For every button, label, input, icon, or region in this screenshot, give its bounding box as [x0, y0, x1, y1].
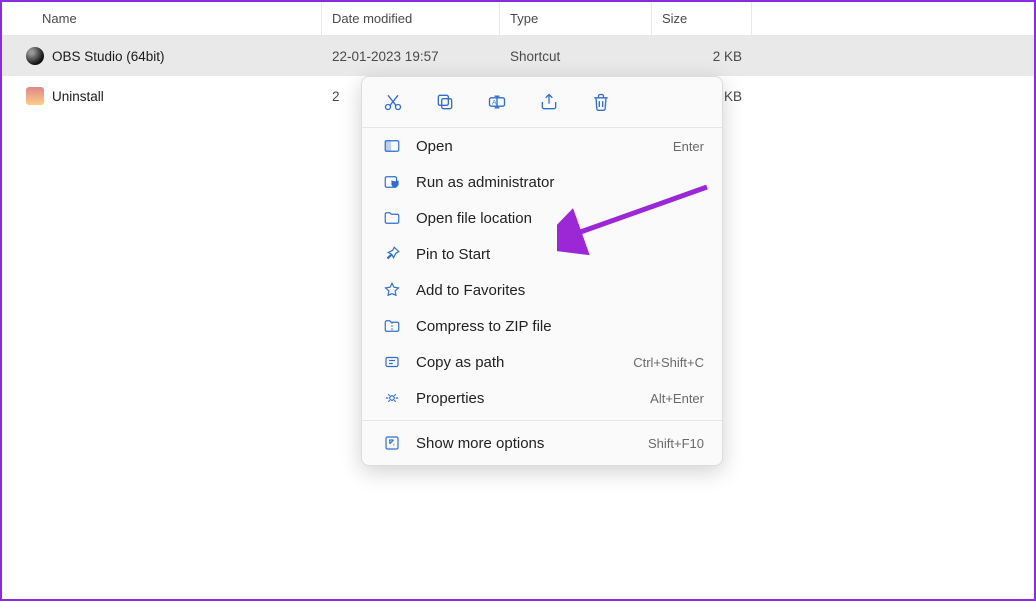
menu-item-label: Open file location	[416, 210, 690, 227]
menu-item-label: Show more options	[416, 435, 634, 452]
menu-item-properties[interactable]: Properties Alt+Enter	[362, 380, 722, 416]
rename-icon[interactable]: A	[486, 91, 508, 113]
column-header-size[interactable]: Size	[652, 2, 752, 35]
column-header-date[interactable]: Date modified	[322, 2, 500, 35]
file-date-label: 22-01-2023 19:57	[322, 49, 500, 64]
menu-item-accelerator: Enter	[673, 139, 704, 154]
zip-icon	[382, 316, 402, 336]
menu-item-open[interactable]: Open Enter	[362, 128, 722, 164]
context-menu-iconbar: A	[362, 77, 722, 128]
pin-icon	[382, 244, 402, 264]
menu-item-compress-to-zip[interactable]: Compress to ZIP file	[362, 308, 722, 344]
menu-item-accelerator: Alt+Enter	[650, 391, 704, 406]
menu-item-label: Pin to Start	[416, 246, 690, 263]
menu-item-show-more-options[interactable]: Show more options Shift+F10	[362, 425, 722, 461]
menu-separator	[362, 420, 722, 421]
file-name-label: OBS Studio (64bit)	[52, 49, 165, 64]
share-icon[interactable]	[538, 91, 560, 113]
column-header-row: Name Date modified Type Size	[2, 2, 1034, 36]
menu-item-label: Properties	[416, 390, 636, 407]
admin-shield-icon	[382, 172, 402, 192]
menu-item-add-to-favorites[interactable]: Add to Favorites	[362, 272, 722, 308]
menu-item-label: Copy as path	[416, 354, 619, 371]
context-menu: A Open Enter Run as administrator Open f…	[361, 76, 723, 466]
cut-icon[interactable]	[382, 91, 404, 113]
menu-item-label: Compress to ZIP file	[416, 318, 690, 335]
copy-path-icon	[382, 352, 402, 372]
file-type-label: Shortcut	[500, 49, 652, 64]
svg-text:A: A	[492, 100, 497, 107]
folder-icon	[382, 208, 402, 228]
open-icon	[382, 136, 402, 156]
menu-item-copy-as-path[interactable]: Copy as path Ctrl+Shift+C	[362, 344, 722, 380]
copy-icon[interactable]	[434, 91, 456, 113]
properties-icon	[382, 388, 402, 408]
column-header-type[interactable]: Type	[500, 2, 652, 35]
menu-item-pin-to-start[interactable]: Pin to Start	[362, 236, 722, 272]
file-size-label: 2 KB	[652, 49, 752, 64]
obs-icon	[26, 47, 44, 65]
column-header-name[interactable]: Name	[2, 2, 322, 35]
menu-item-label: Add to Favorites	[416, 282, 690, 299]
menu-item-accelerator: Ctrl+Shift+C	[633, 355, 704, 370]
file-name-label: Uninstall	[52, 89, 104, 104]
menu-item-open-file-location[interactable]: Open file location	[362, 200, 722, 236]
more-options-icon	[382, 433, 402, 453]
delete-icon[interactable]	[590, 91, 612, 113]
menu-item-run-as-administrator[interactable]: Run as administrator	[362, 164, 722, 200]
menu-item-label: Open	[416, 138, 659, 155]
star-icon	[382, 280, 402, 300]
file-row[interactable]: OBS Studio (64bit) 22-01-2023 19:57 Shor…	[2, 36, 1034, 76]
menu-item-accelerator: Shift+F10	[648, 436, 704, 451]
menu-item-label: Run as administrator	[416, 174, 690, 191]
uninstall-icon	[26, 87, 44, 105]
